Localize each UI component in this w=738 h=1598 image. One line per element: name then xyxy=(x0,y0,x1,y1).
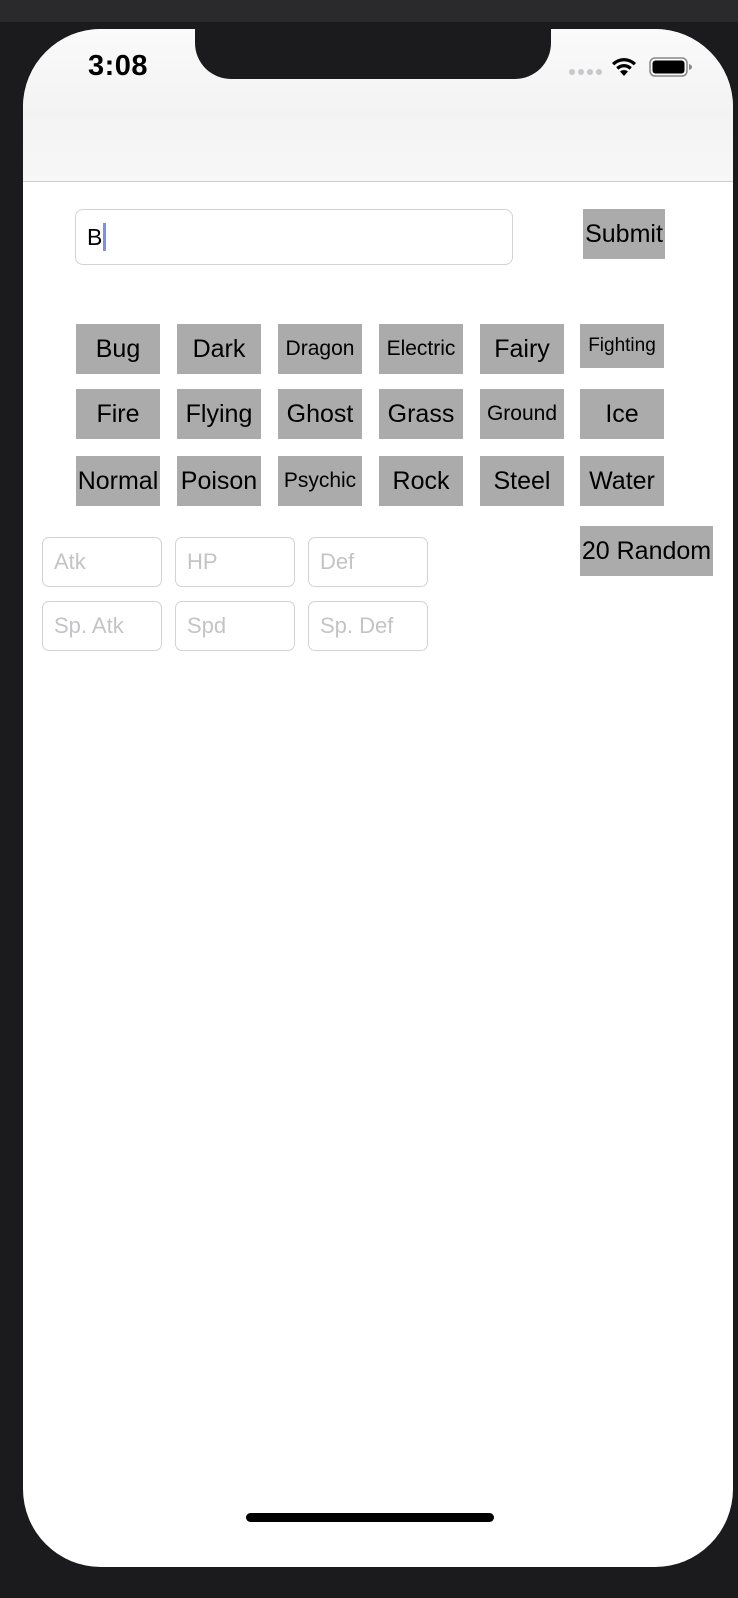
wifi-icon xyxy=(612,58,636,76)
hp-input[interactable] xyxy=(175,537,295,587)
type-button-bug[interactable]: Bug xyxy=(76,324,160,374)
random-20-button[interactable]: 20 Random xyxy=(580,526,713,576)
app-screen: 3:08 B Submit Bug Dark Dragon Electric F… xyxy=(23,29,733,1567)
cellular-signal-icon xyxy=(569,69,602,75)
type-button-ground[interactable]: Ground xyxy=(480,389,564,439)
type-button-flying[interactable]: Flying xyxy=(177,389,261,439)
device-notch xyxy=(195,29,551,79)
battery-icon xyxy=(649,57,692,77)
type-button-electric[interactable]: Electric xyxy=(379,324,463,374)
type-button-poison[interactable]: Poison xyxy=(177,456,261,506)
type-button-fighting[interactable]: Fighting xyxy=(580,324,664,368)
type-button-fairy[interactable]: Fairy xyxy=(480,324,564,374)
home-indicator[interactable] xyxy=(246,1513,494,1522)
type-button-dragon[interactable]: Dragon xyxy=(278,324,362,374)
def-input[interactable] xyxy=(308,537,428,587)
status-time: 3:08 xyxy=(88,50,149,82)
pokemon-name-input[interactable]: B xyxy=(75,209,513,265)
type-button-normal[interactable]: Normal xyxy=(76,456,160,506)
name-input-value: B xyxy=(87,223,103,250)
device-frame: 3:08 B Submit Bug Dark Dragon Electric F… xyxy=(0,0,738,1598)
text-cursor xyxy=(103,223,107,251)
sp-atk-input[interactable] xyxy=(42,601,162,651)
type-button-psychic[interactable]: Psychic xyxy=(278,456,362,506)
type-button-grass[interactable]: Grass xyxy=(379,389,463,439)
type-button-steel[interactable]: Steel xyxy=(480,456,564,506)
atk-input[interactable] xyxy=(42,537,162,587)
window-edge xyxy=(0,0,738,22)
type-button-water[interactable]: Water xyxy=(580,456,664,506)
spd-input[interactable] xyxy=(175,601,295,651)
type-button-ghost[interactable]: Ghost xyxy=(278,389,362,439)
sp-def-input[interactable] xyxy=(308,601,428,651)
type-button-fire[interactable]: Fire xyxy=(76,389,160,439)
submit-button[interactable]: Submit xyxy=(583,209,665,259)
type-button-rock[interactable]: Rock xyxy=(379,456,463,506)
type-button-ice[interactable]: Ice xyxy=(580,389,664,439)
type-button-dark[interactable]: Dark xyxy=(177,324,261,374)
